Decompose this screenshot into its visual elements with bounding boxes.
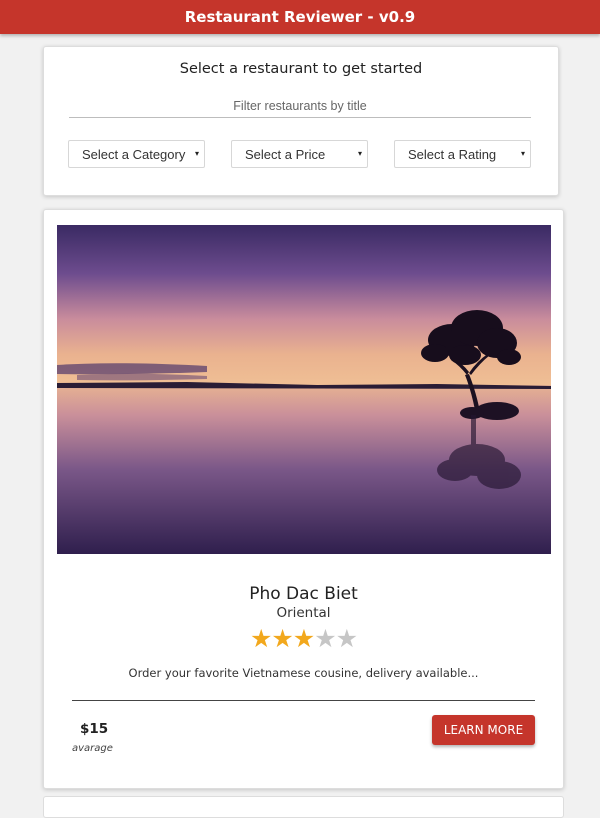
- restaurant-photo: [57, 225, 551, 554]
- category-select[interactable]: Select a Category ▾: [68, 140, 205, 168]
- restaurant-name: Pho Dac Biet: [249, 584, 358, 604]
- chevron-down-icon: ▾: [520, 149, 525, 158]
- app-title: Restaurant Reviewer - v0.9: [184, 8, 416, 26]
- price-caption: avarage: [72, 743, 113, 754]
- star-rating: ★★★★★: [44, 624, 563, 654]
- divider: [72, 700, 535, 701]
- restaurant-card: Pho Dac Biet Oriental ★★★★★ Order your f…: [43, 209, 564, 789]
- star-filled-icon: ★: [292, 624, 315, 653]
- chevron-down-icon: ▾: [194, 149, 199, 158]
- price-select-label: Select a Price: [245, 146, 326, 162]
- star-empty-icon: ★: [314, 624, 336, 653]
- star-filled-icon: ★: [271, 624, 293, 653]
- app-header: Restaurant Reviewer - v0.9: [0, 0, 600, 34]
- rating-select-label: Select a Rating: [408, 146, 497, 162]
- rating-select[interactable]: Select a Rating ▾: [394, 140, 531, 168]
- filter-heading: Select a restaurant to get started: [179, 61, 423, 77]
- filter-card: Select a restaurant to get started Selec…: [43, 46, 559, 196]
- restaurant-price: $15: [80, 721, 109, 737]
- price-select[interactable]: Select a Price ▾: [231, 140, 368, 168]
- category-select-label: Select a Category: [82, 146, 186, 162]
- star-filled-icon: ★: [249, 624, 272, 653]
- learn-more-button[interactable]: LEARN MORE: [432, 715, 535, 745]
- title-filter-input[interactable]: [69, 95, 531, 118]
- restaurant-description: Order your favorite Vietnamese cousine, …: [128, 666, 479, 680]
- next-restaurant-card: [43, 796, 564, 818]
- chevron-down-icon: ▾: [357, 149, 362, 158]
- star-empty-icon: ★: [335, 624, 358, 653]
- restaurant-category: Oriental: [276, 605, 331, 621]
